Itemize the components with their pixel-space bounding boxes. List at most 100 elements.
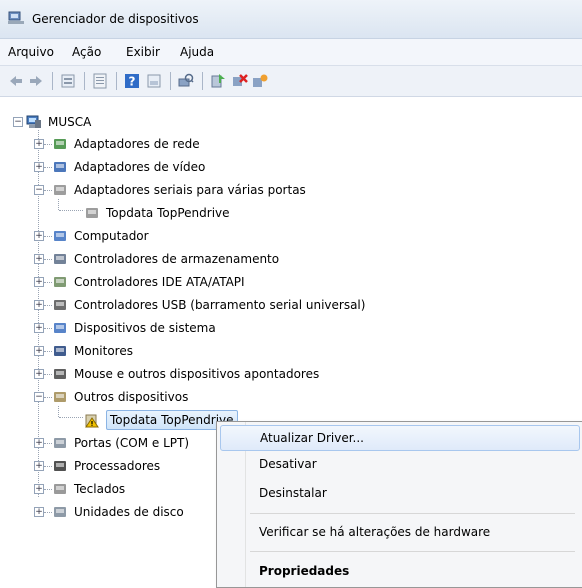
- title-bar: Gerenciador de dispositivos: [0, 0, 582, 39]
- tree-line: [59, 210, 83, 211]
- toolbar-separator: [170, 72, 171, 90]
- expand-toggle[interactable]: +: [34, 254, 44, 264]
- menu-item-label: Desinstalar: [259, 486, 327, 500]
- tree-item-label: Computador: [74, 229, 149, 243]
- tree-line: [44, 282, 52, 283]
- scan-hardware-icon[interactable]: [178, 73, 194, 89]
- system-device-icon: [54, 323, 66, 333]
- menu-separator: [250, 513, 575, 514]
- tree-item-label: Controladores de armazenamento: [74, 252, 280, 266]
- menu-acao[interactable]: Ação: [72, 45, 101, 59]
- display-adapter-icon: [54, 162, 66, 172]
- tree-line: [44, 512, 52, 513]
- menu-ajuda[interactable]: Ajuda: [180, 45, 214, 59]
- tree-item-label: Adaptadores de rede: [74, 137, 200, 151]
- expand-toggle[interactable]: +: [34, 438, 44, 448]
- tree-line: [44, 328, 52, 329]
- tree-item-label: Portas (COM e LPT): [74, 436, 190, 450]
- computer-root-icon: [26, 115, 41, 128]
- network-adapter-icon: [54, 139, 66, 149]
- tree-root-label: MUSCA: [48, 115, 92, 129]
- ide-controller-icon: [54, 277, 66, 287]
- tree-line: [44, 305, 52, 306]
- uninstall-icon[interactable]: [252, 73, 268, 89]
- expand-toggle[interactable]: +: [34, 461, 44, 471]
- menu-item-uninstall[interactable]: Desinstalar: [220, 481, 578, 505]
- toolbar-separator: [116, 72, 117, 90]
- show-hidden-icon[interactable]: [146, 73, 162, 89]
- menu-item-label: Propriedades: [259, 564, 350, 578]
- update-driver-icon[interactable]: [210, 73, 226, 89]
- monitor-icon: [54, 346, 66, 356]
- other-devices-icon: [54, 392, 66, 402]
- window-title: Gerenciador de dispositivos: [32, 12, 199, 26]
- tree-item-label: Dispositivos de sistema: [74, 321, 216, 335]
- toolbar-separator: [84, 72, 85, 90]
- ports-icon: [54, 438, 66, 448]
- tree-item-label: Mouse e outros dispositivos apontadores: [74, 367, 320, 381]
- tree-line: [44, 351, 52, 352]
- help-icon[interactable]: ?: [124, 73, 140, 89]
- collapse-toggle[interactable]: −: [13, 117, 23, 127]
- tree-item-label: Adaptadores de vídeo: [74, 160, 206, 174]
- menu-item-scan-hardware[interactable]: Verificar se há alterações de hardware: [220, 520, 578, 544]
- collapse-toggle[interactable]: −: [34, 392, 44, 402]
- device-view-icon[interactable]: [92, 73, 108, 89]
- serial-adapter-icon: [54, 185, 66, 195]
- storage-controller-icon: [54, 254, 66, 264]
- back-icon[interactable]: [8, 73, 24, 89]
- menu-exibir[interactable]: Exibir: [126, 45, 160, 59]
- warning-device-icon: [85, 414, 99, 428]
- tree-line: [44, 489, 52, 490]
- tree-line: [44, 167, 52, 168]
- expand-toggle[interactable]: +: [34, 369, 44, 379]
- processor-icon: [54, 461, 66, 471]
- menu-item-label: Desativar: [259, 457, 317, 471]
- expand-toggle[interactable]: +: [34, 346, 44, 356]
- menu-bar: Arquivo Ação Exibir Ajuda: [0, 39, 582, 66]
- tree-line: [44, 259, 52, 260]
- mouse-icon: [54, 369, 66, 379]
- serial-device-icon: [86, 208, 98, 218]
- properties-view-icon[interactable]: [60, 73, 76, 89]
- tree-item-label: Topdata TopPendrive: [106, 206, 230, 220]
- menu-separator: [250, 551, 575, 552]
- svg-text:?: ?: [129, 75, 136, 89]
- toolbar: ?: [0, 66, 582, 97]
- forward-icon[interactable]: [28, 73, 44, 89]
- tree-item-label: Monitores: [74, 344, 133, 358]
- expand-toggle[interactable]: +: [34, 162, 44, 172]
- disable-device-icon[interactable]: [232, 73, 248, 89]
- tree-item-label: Unidades de disco: [74, 505, 184, 519]
- collapse-toggle[interactable]: −: [34, 185, 44, 195]
- tree-line: [58, 199, 59, 210]
- tree-item-label: Outros dispositivos: [74, 390, 189, 404]
- toolbar-separator: [52, 72, 53, 90]
- disk-drive-icon: [54, 507, 66, 517]
- tree-line: [44, 144, 52, 145]
- tree-line: [44, 374, 52, 375]
- tree-line: [44, 466, 52, 467]
- usb-controller-icon: [54, 300, 66, 310]
- tree-item-label: Controladores IDE ATA/ATAPI: [74, 275, 245, 289]
- expand-toggle[interactable]: +: [34, 323, 44, 333]
- expand-toggle[interactable]: +: [34, 231, 44, 241]
- menu-arquivo[interactable]: Arquivo: [8, 45, 54, 59]
- tree-item-label: Processadores: [74, 459, 161, 473]
- expand-toggle[interactable]: +: [34, 277, 44, 287]
- menu-item-properties[interactable]: Propriedades: [220, 559, 578, 583]
- tree-line: [44, 397, 52, 398]
- menu-item-update-driver[interactable]: Atualizar Driver...: [220, 425, 580, 451]
- tree-line: [44, 190, 52, 191]
- expand-toggle[interactable]: +: [34, 484, 44, 494]
- menu-item-disable[interactable]: Desativar: [220, 452, 578, 476]
- menu-item-label: Atualizar Driver...: [260, 431, 364, 445]
- computer-icon: [54, 231, 66, 241]
- tree-item-label: Adaptadores seriais para várias portas: [74, 183, 306, 197]
- tree-line: [44, 443, 52, 444]
- expand-toggle[interactable]: +: [34, 300, 44, 310]
- expand-toggle[interactable]: +: [34, 507, 44, 517]
- tree-item-label: Controladores USB (barramento serial uni…: [74, 298, 366, 312]
- expand-toggle[interactable]: +: [34, 139, 44, 149]
- device-manager-icon: [8, 11, 24, 24]
